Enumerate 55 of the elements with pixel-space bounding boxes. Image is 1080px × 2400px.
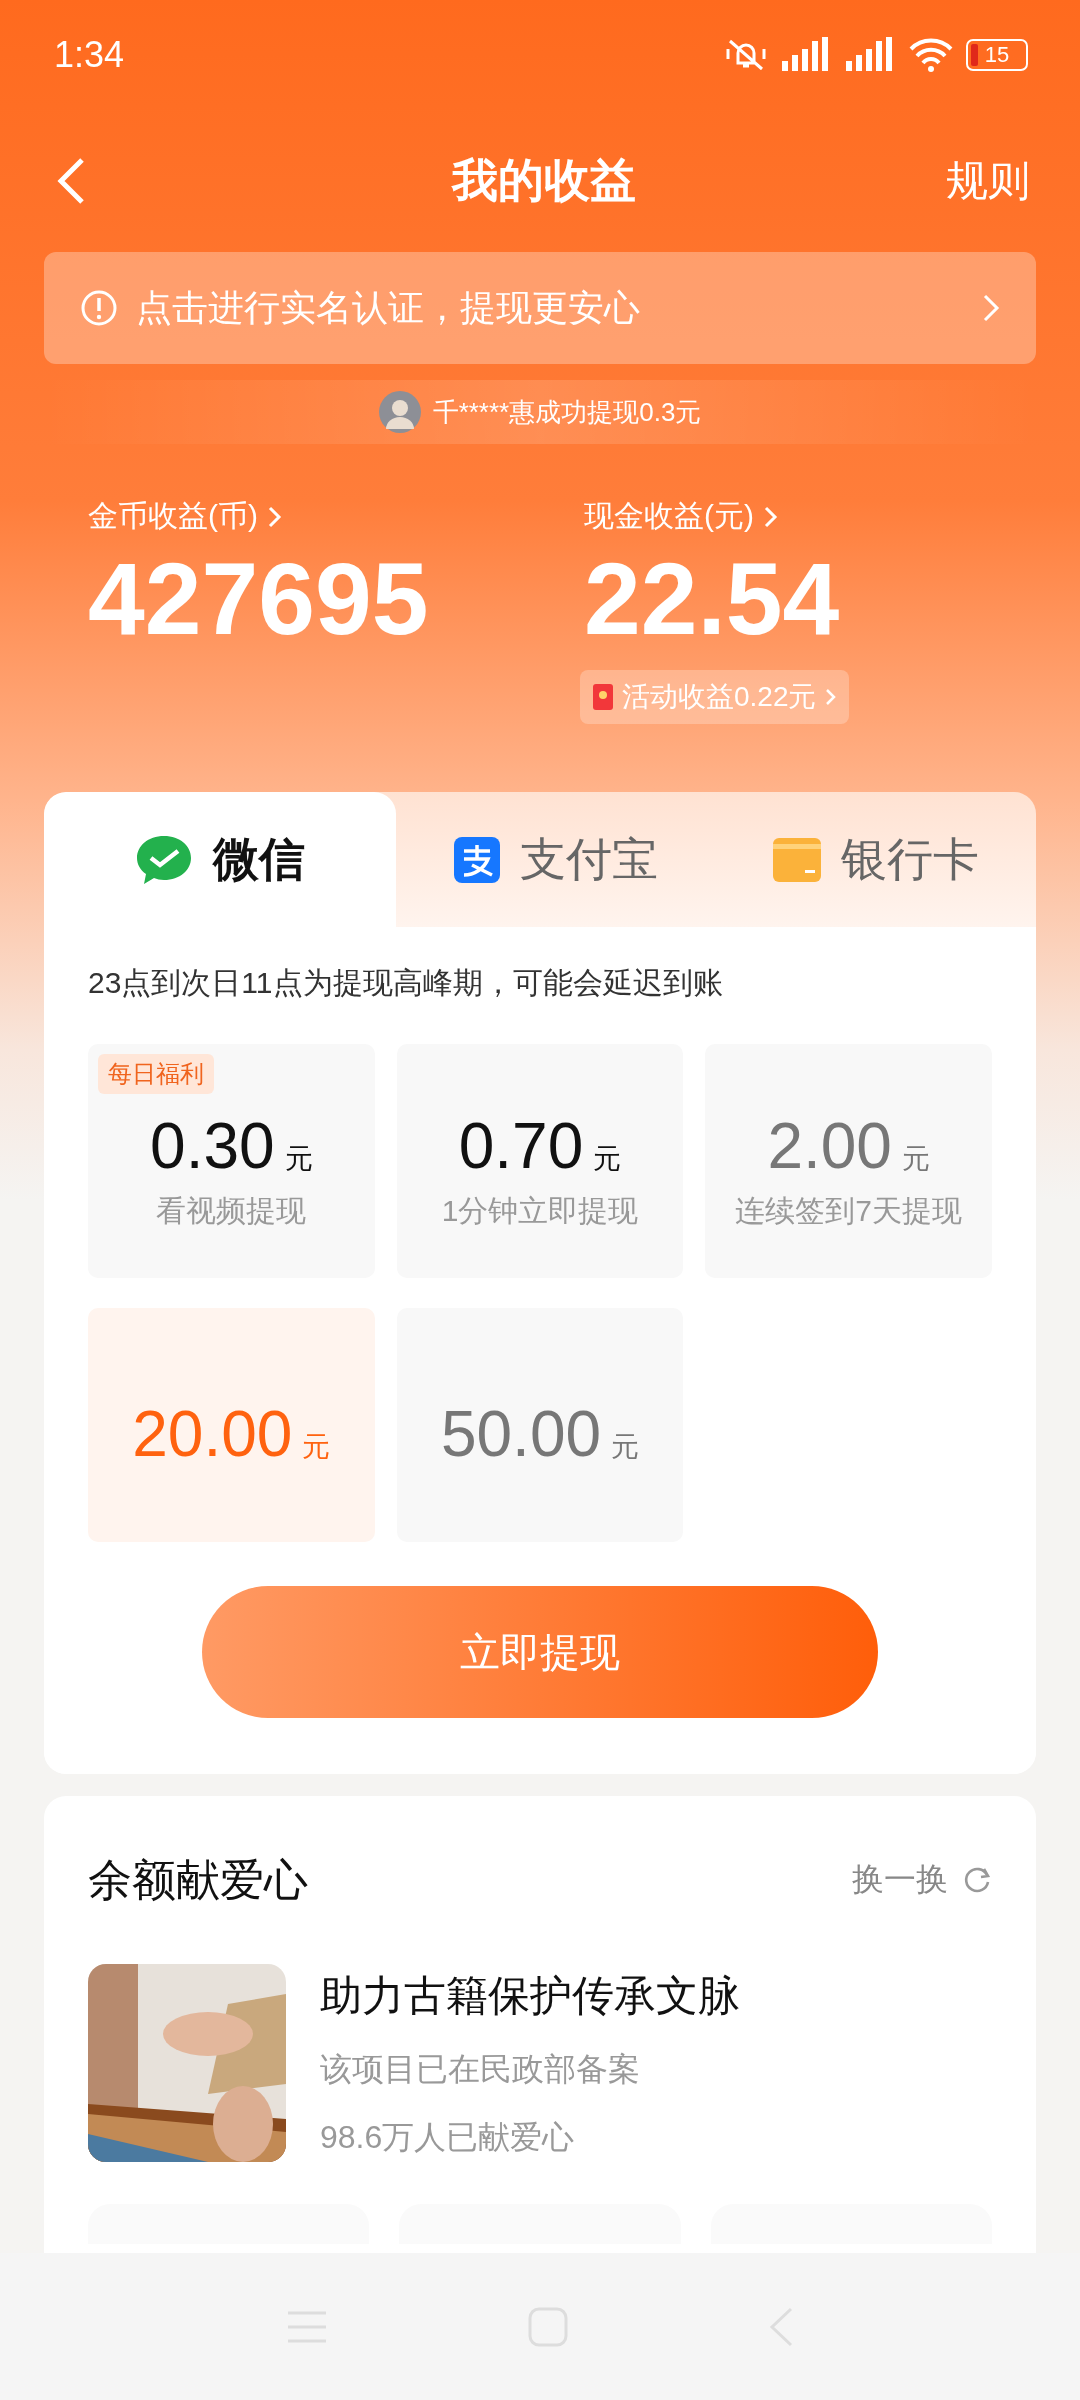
page-title: 我的收益 xyxy=(452,153,636,208)
stat-value: 22.54 xyxy=(584,541,841,658)
amount-option[interactable]: 0.70 元 1分钟立即提现 xyxy=(396,1044,684,1278)
project-title: 助力古籍保护传承文脉 xyxy=(320,1971,740,2021)
home-icon[interactable] xyxy=(528,2306,568,2347)
chevron-icon xyxy=(268,504,282,529)
refresh-icon xyxy=(962,1865,992,1895)
wifi-icon xyxy=(908,37,954,73)
payment-tab[interactable]: 微信 xyxy=(44,792,396,927)
stat-label[interactable]: 金币收益(币) xyxy=(88,496,584,537)
amount-value: 0.30 xyxy=(150,1108,275,1183)
option-caption: 1分钟立即提现 xyxy=(441,1192,639,1229)
card-icon xyxy=(773,837,821,882)
option-caption: 连续签到7天提现 xyxy=(735,1192,962,1229)
menu-icon[interactable] xyxy=(286,2309,328,2344)
stat-label[interactable]: 现金收益(元) xyxy=(584,496,1080,537)
payment-app-icon xyxy=(454,836,500,883)
back-icon[interactable] xyxy=(56,157,86,205)
amount-value: 2.00 xyxy=(767,1108,892,1183)
amount-option[interactable]: 20.00 元 xyxy=(88,1308,375,1542)
chevron-icon xyxy=(824,687,837,707)
verify-banner[interactable]: 点击进行实名认证，提现更安心 xyxy=(44,252,1036,364)
alert-icon xyxy=(80,289,118,327)
withdraw-button[interactable]: 立即提现 xyxy=(202,1586,878,1718)
stat-value: 427695 xyxy=(88,541,430,658)
chevron-icon xyxy=(764,504,778,529)
payment-tab[interactable]: 银行卡 xyxy=(716,792,1036,927)
amount-unit: 元 xyxy=(302,1430,331,1464)
avatar-icon xyxy=(378,391,421,433)
supporter-count: 98.6万人已献爱心 xyxy=(320,2118,576,2157)
amount-unit: 元 xyxy=(593,1141,622,1176)
amount-value: 50.00 xyxy=(440,1397,602,1471)
refresh-link[interactable]: 换一换 xyxy=(852,1858,992,1902)
verify-text: 点击进行实名认证，提现更安心 xyxy=(136,285,641,330)
ticker-text: 千*****惠成功提现0.3元 xyxy=(432,395,702,429)
amount-unit: 元 xyxy=(284,1141,313,1176)
chat-bubble-icon xyxy=(135,833,193,886)
amount-unit: 元 xyxy=(611,1430,640,1464)
rules-link[interactable]: 规则 xyxy=(946,153,1030,209)
amount-value: 20.00 xyxy=(132,1397,293,1471)
project-subtitle: 该项目已在民政部备案 xyxy=(320,2050,641,2089)
amount-value: 0.70 xyxy=(458,1108,584,1183)
payment-tab[interactable]: 支付宝 xyxy=(396,792,716,927)
status-time: 1:34 xyxy=(54,34,125,76)
battery-icon: 15 xyxy=(966,39,1028,71)
section-title: 余额献爱心 xyxy=(88,1853,308,1906)
notice-text: 23点到次日11点为提现高峰期，可能会延迟到账 xyxy=(88,965,724,1001)
back-icon[interactable] xyxy=(768,2306,794,2347)
envelope-icon xyxy=(592,683,614,711)
daily-badge: 每日福利 xyxy=(98,1054,214,1094)
mute-icon xyxy=(724,37,768,73)
amount-option[interactable]: 每日福利 0.30 元 看视频提现 xyxy=(88,1044,375,1278)
option-caption: 看视频提现 xyxy=(156,1192,307,1229)
amount-unit: 元 xyxy=(901,1141,930,1176)
chevron-icon xyxy=(982,293,1000,323)
